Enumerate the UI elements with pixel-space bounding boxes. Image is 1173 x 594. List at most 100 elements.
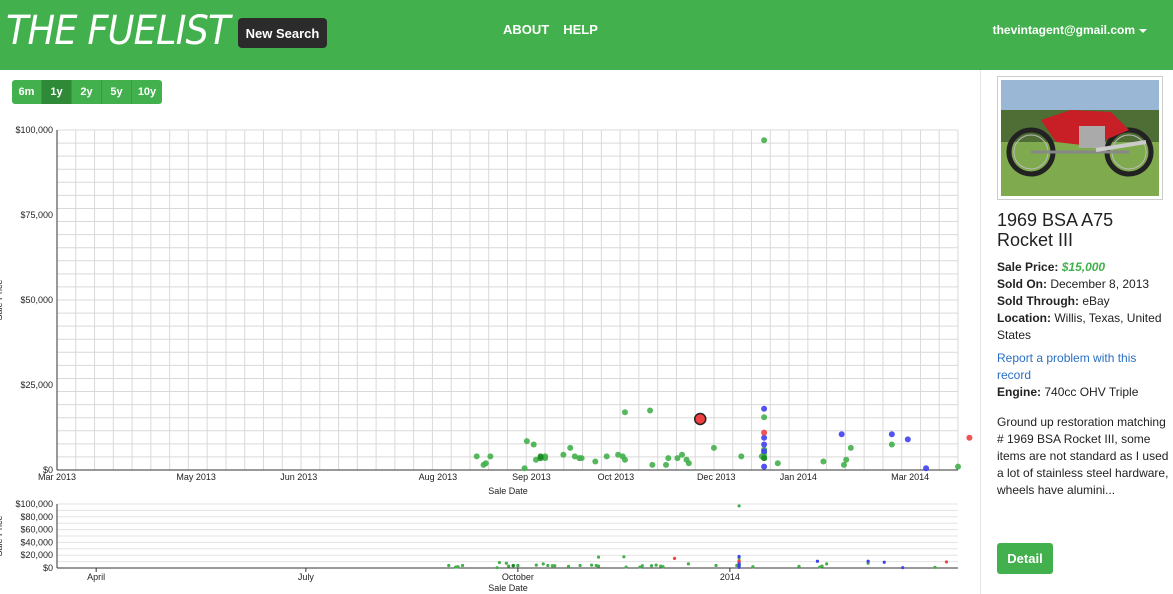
overview-data-point <box>737 559 741 563</box>
data-point <box>603 453 610 460</box>
data-point <box>521 465 528 472</box>
sidebar-divider <box>980 70 981 594</box>
sold-through-value: eBay <box>1082 294 1110 308</box>
engine-row: Engine: 740cc OHV Triple <box>997 384 1169 401</box>
overview-data-point <box>672 556 677 561</box>
sale-price-label: Sale Price: <box>997 260 1059 274</box>
data-point <box>955 463 961 470</box>
overview-y-axis-title: Sale Price <box>0 515 4 556</box>
overview-data-point <box>944 560 949 564</box>
sold-through-label: Sold Through: <box>997 294 1079 308</box>
data-point <box>578 455 585 462</box>
overview-y-tick-label: $60,000 <box>20 525 53 535</box>
data-point <box>487 453 494 460</box>
overview-data-point <box>714 563 718 568</box>
engine-label: Engine: <box>997 385 1041 399</box>
data-point <box>560 451 567 458</box>
data-point <box>840 461 847 468</box>
data-point <box>761 441 768 448</box>
overview-data-point <box>507 564 511 568</box>
data-point <box>621 456 628 463</box>
x-tick-label: Sep 2013 <box>512 472 551 482</box>
overview-data-point <box>596 555 601 559</box>
overview-data-point <box>566 564 571 569</box>
data-point <box>843 456 850 463</box>
overview-data-point <box>737 504 741 508</box>
data-point <box>663 461 670 468</box>
overview-data-point <box>825 562 829 566</box>
y-axis-title: Sale Price <box>0 279 4 320</box>
overview-x-tick-label: July <box>298 572 315 582</box>
data-point <box>523 438 530 445</box>
y-tick-label: $100,000 <box>15 125 53 135</box>
overview-data-point <box>797 564 801 569</box>
chevron-down-icon <box>1139 28 1147 33</box>
data-point <box>537 455 544 462</box>
data-point <box>966 434 973 441</box>
data-point <box>820 458 827 465</box>
overview-data-point <box>578 563 582 568</box>
overview-data-point <box>624 565 628 569</box>
sale-price-value: $15,000 <box>1061 260 1106 274</box>
x-tick-label: Dec 2013 <box>697 472 736 482</box>
x-tick-label: Oct 2013 <box>598 472 635 482</box>
data-point <box>621 409 628 416</box>
listing-photo[interactable] <box>997 76 1163 200</box>
overview-data-point <box>737 554 741 559</box>
overview-y-tick-label: $20,000 <box>20 550 53 560</box>
overview-data-point <box>622 555 626 559</box>
overview-data-point <box>737 565 741 569</box>
data-point <box>482 460 489 467</box>
overview-data-point <box>460 563 465 568</box>
user-menu[interactable]: thevintagent@gmail.com <box>993 23 1147 37</box>
overview-y-tick-label: $40,000 <box>20 537 53 547</box>
data-point <box>665 455 672 462</box>
motorcycle-image <box>1001 80 1159 196</box>
data-point <box>761 137 768 144</box>
overview-data-point <box>516 564 520 568</box>
data-point <box>761 429 768 436</box>
data-point <box>473 453 480 460</box>
overview-data-point <box>504 561 508 565</box>
data-point <box>647 407 654 414</box>
x-axis-title: Sale Date <box>488 486 528 496</box>
data-point <box>923 465 930 472</box>
data-point <box>649 461 656 468</box>
overview-data-point <box>751 565 755 569</box>
overview-data-point <box>901 566 905 570</box>
data-point <box>567 444 574 451</box>
overview-y-tick-label: $100,000 <box>15 499 53 509</box>
x-tick-label: May 2013 <box>176 472 216 482</box>
sale-price-row: Sale Price: $15,000 <box>997 259 1169 276</box>
overview-data-point <box>820 564 824 568</box>
overview-data-point <box>686 562 690 566</box>
location-row: Location: Willis, Texas, United States <box>997 310 1169 344</box>
overview-data-point <box>447 563 451 568</box>
x-tick-label: Mar 2014 <box>891 472 929 482</box>
overview-data-point <box>497 560 502 565</box>
overview-data-point <box>553 564 557 568</box>
overview-data-point <box>534 563 538 567</box>
sold-on-row: Sold On: December 8, 2013 <box>997 276 1169 293</box>
data-point <box>847 444 854 451</box>
selected-point <box>693 412 707 426</box>
detail-button[interactable]: Detail <box>997 543 1053 574</box>
listing-info: Sale Price: $15,000 Sold On: December 8,… <box>997 259 1169 401</box>
sold-through-row: Sold Through: eBay <box>997 293 1169 310</box>
sold-on-label: Sold On: <box>997 277 1047 291</box>
report-problem-link[interactable]: Report a problem with this record <box>997 350 1169 384</box>
overview-data-point <box>511 564 515 568</box>
overview-data-point <box>866 559 870 563</box>
x-tick-label: Mar 2013 <box>38 472 76 482</box>
x-tick-label: Jun 2013 <box>280 472 317 482</box>
data-point <box>710 444 717 451</box>
overview-chart-grid <box>57 503 958 569</box>
overview-data-point <box>933 565 937 569</box>
data-point <box>904 436 911 443</box>
overview-data-point <box>654 563 658 567</box>
data-point <box>530 441 537 448</box>
listing-description: Ground up restoration matching # 1969 BS… <box>997 415 1169 497</box>
data-point <box>838 431 845 438</box>
data-point <box>738 453 745 460</box>
data-point <box>888 441 895 448</box>
